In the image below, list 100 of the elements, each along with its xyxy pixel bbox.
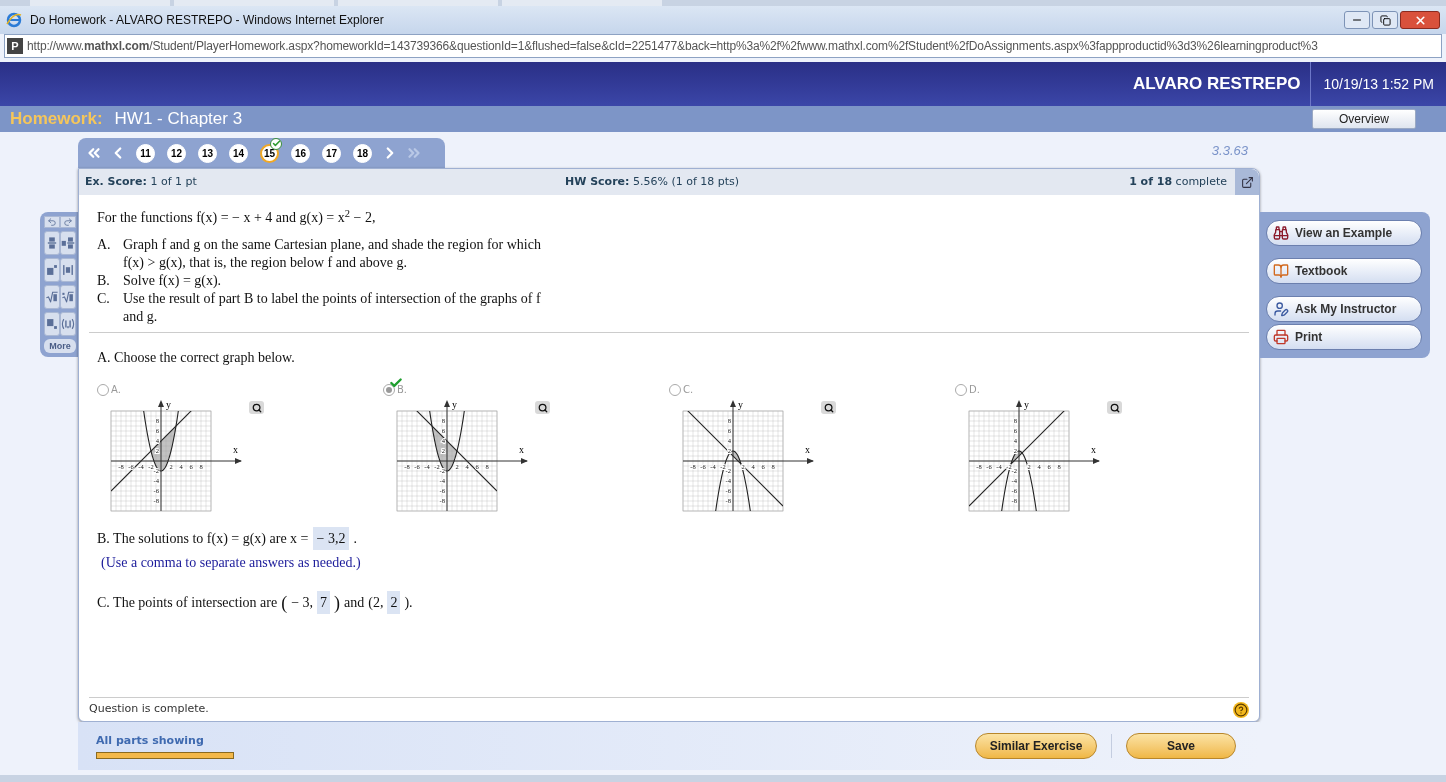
- parts-label: All parts showing: [96, 732, 205, 749]
- address-bar[interactable]: [4, 34, 1442, 58]
- browser-logo-icon: [6, 12, 22, 28]
- choice-label: B.: [397, 383, 408, 397]
- palette-button[interactable]: [44, 312, 60, 336]
- book-icon: [1273, 263, 1289, 279]
- part-text: Graph f and g on the same Cartesian plane, and shade the region for which f(x) > g(x), that is, the region below f and above g.: [123, 236, 542, 272]
- and-text: and: [344, 594, 365, 612]
- help-button[interactable]: Ask My Instructor: [1266, 296, 1422, 322]
- zoom-icon[interactable]: [1107, 401, 1122, 414]
- nth-root-icon: [61, 291, 75, 303]
- axis-label: x: [1091, 444, 1096, 455]
- question-number[interactable]: 17: [322, 143, 341, 163]
- question-number[interactable]: 11: [136, 143, 155, 163]
- part-letter: A.: [97, 236, 112, 254]
- question-number[interactable]: 18: [353, 143, 372, 163]
- parenthesis: (: [281, 593, 288, 612]
- printer-icon: [1273, 329, 1289, 345]
- shaded-region: [432, 426, 457, 471]
- axis-label: y: [166, 399, 171, 410]
- axis-label: y: [452, 399, 457, 410]
- mixed-fraction-icon: [61, 236, 75, 250]
- palette-button[interactable]: [44, 231, 60, 255]
- status-text: Question is complete.: [89, 701, 209, 718]
- answer-field[interactable]: 7: [317, 591, 331, 614]
- help-button[interactable]: View an Example: [1266, 220, 1422, 246]
- more-button[interactable]: More: [44, 339, 76, 353]
- homework-label: Homework:: [10, 108, 103, 131]
- coordinate-text: − 3,: [291, 594, 314, 612]
- palette-button[interactable]: [60, 312, 76, 336]
- question-number[interactable]: 13: [198, 143, 217, 163]
- parabola-curve: [140, 411, 182, 472]
- minimize-button[interactable]: [1344, 11, 1370, 29]
- answer-c-text: C. The points of intersection are: [97, 594, 278, 612]
- radio-button[interactable]: [383, 383, 395, 396]
- help-button[interactable]: Textbook: [1266, 258, 1422, 284]
- choice-label: C.: [683, 383, 694, 397]
- choice-label: D.: [969, 383, 980, 397]
- radio-button[interactable]: [669, 383, 681, 396]
- fraction-icon: [47, 236, 57, 250]
- axis-label: x: [519, 444, 524, 455]
- choice-label: A.: [111, 383, 121, 397]
- help-icon[interactable]: [1233, 701, 1249, 718]
- coordinate-text: ).: [404, 594, 413, 612]
- date-time: 10/19/13 1:52 PM: [1323, 74, 1434, 94]
- coordinate-text: (2,: [368, 594, 384, 612]
- homework-name: HW1 - Chapter 3: [114, 108, 243, 131]
- palette-button[interactable]: [44, 285, 60, 309]
- part-text: Solve f(x) = g(x).: [123, 272, 222, 290]
- user-name: ALVARO RESTREPO: [1132, 73, 1302, 96]
- parabola-curve: [998, 450, 1040, 511]
- window-title: Do Homework - ALVARO RESTREPO - Windows Internet Explorer: [30, 12, 384, 29]
- palette-button[interactable]: [44, 216, 60, 228]
- part-letter: B.: [97, 272, 111, 290]
- question-intro: For the functions f(x) = − x + 4 and g(x) = x$^{2}$ − 2,: [97, 207, 377, 227]
- completion-count: 1 of 18 complete: [1129, 173, 1227, 190]
- subscript-icon: [46, 318, 58, 330]
- axis-label: x: [233, 444, 238, 455]
- answer-b-text: B. The solutions to f(x) = g(x) are x =: [97, 530, 309, 548]
- palette-button[interactable]: [60, 258, 76, 282]
- restore-button[interactable]: [1372, 11, 1398, 29]
- zoom-icon[interactable]: [249, 401, 264, 414]
- axis-label: y: [1024, 399, 1029, 410]
- axis-label: x: [805, 444, 810, 455]
- question-number[interactable]: 16: [291, 143, 310, 163]
- exercise-score: Ex. Score: 1 of 1 pt: [85, 173, 198, 190]
- palette-button[interactable]: [60, 216, 76, 228]
- overview-button[interactable]: Overview: [1312, 109, 1416, 129]
- answer-field[interactable]: 2: [387, 591, 401, 614]
- url-text: http://www.mathxl.com/Student/PlayerHomework.aspx?homeworkId=143739366&questionId=1&flushed=false&cId=2251477&back=http%3a%2f%2fwww.mathxl.com%2fStudent%2fDoAssignments.aspx%3fappproductid%3d3%26learningproduct%3: [27, 38, 1318, 55]
- axis-label: y: [738, 399, 743, 410]
- radio-button[interactable]: [955, 383, 967, 396]
- parabola-curve: [426, 411, 468, 472]
- similar-exercise-button[interactable]: Similar Exercise: [975, 733, 1097, 759]
- site-favicon: P: [7, 38, 23, 54]
- help-button[interactable]: Print: [1266, 324, 1422, 350]
- popout-button[interactable]: [1235, 169, 1259, 195]
- section-number: 3.3.63: [1211, 141, 1248, 160]
- part-text: Use the result of part B to label the points of intersection of the graphs of f and g.: [123, 290, 542, 326]
- zoom-icon[interactable]: [821, 401, 836, 414]
- parenthesis: ): [334, 593, 341, 612]
- absolute-value-icon: [62, 264, 74, 276]
- save-button[interactable]: Save: [1126, 733, 1236, 759]
- palette-button[interactable]: [60, 285, 76, 309]
- restore-icon: [1379, 14, 1391, 26]
- period-text: .: [353, 530, 357, 548]
- question-number[interactable]: 12: [167, 143, 186, 163]
- choose-prompt: A. Choose the correct graph below.: [96, 349, 296, 367]
- palette-button[interactable]: [44, 258, 60, 282]
- question-number[interactable]: 14: [229, 143, 248, 163]
- close-button[interactable]: [1400, 11, 1440, 29]
- part-letter: C.: [97, 290, 111, 308]
- parabola-curve: [712, 450, 754, 511]
- palette-button[interactable]: [60, 231, 76, 255]
- exponent-icon: [46, 264, 58, 276]
- zoom-icon[interactable]: [535, 401, 550, 414]
- answer-field[interactable]: − 3,2: [312, 527, 350, 550]
- radio-button[interactable]: [97, 383, 109, 396]
- close-icon: [1413, 13, 1427, 27]
- person-icon: [1273, 301, 1289, 317]
